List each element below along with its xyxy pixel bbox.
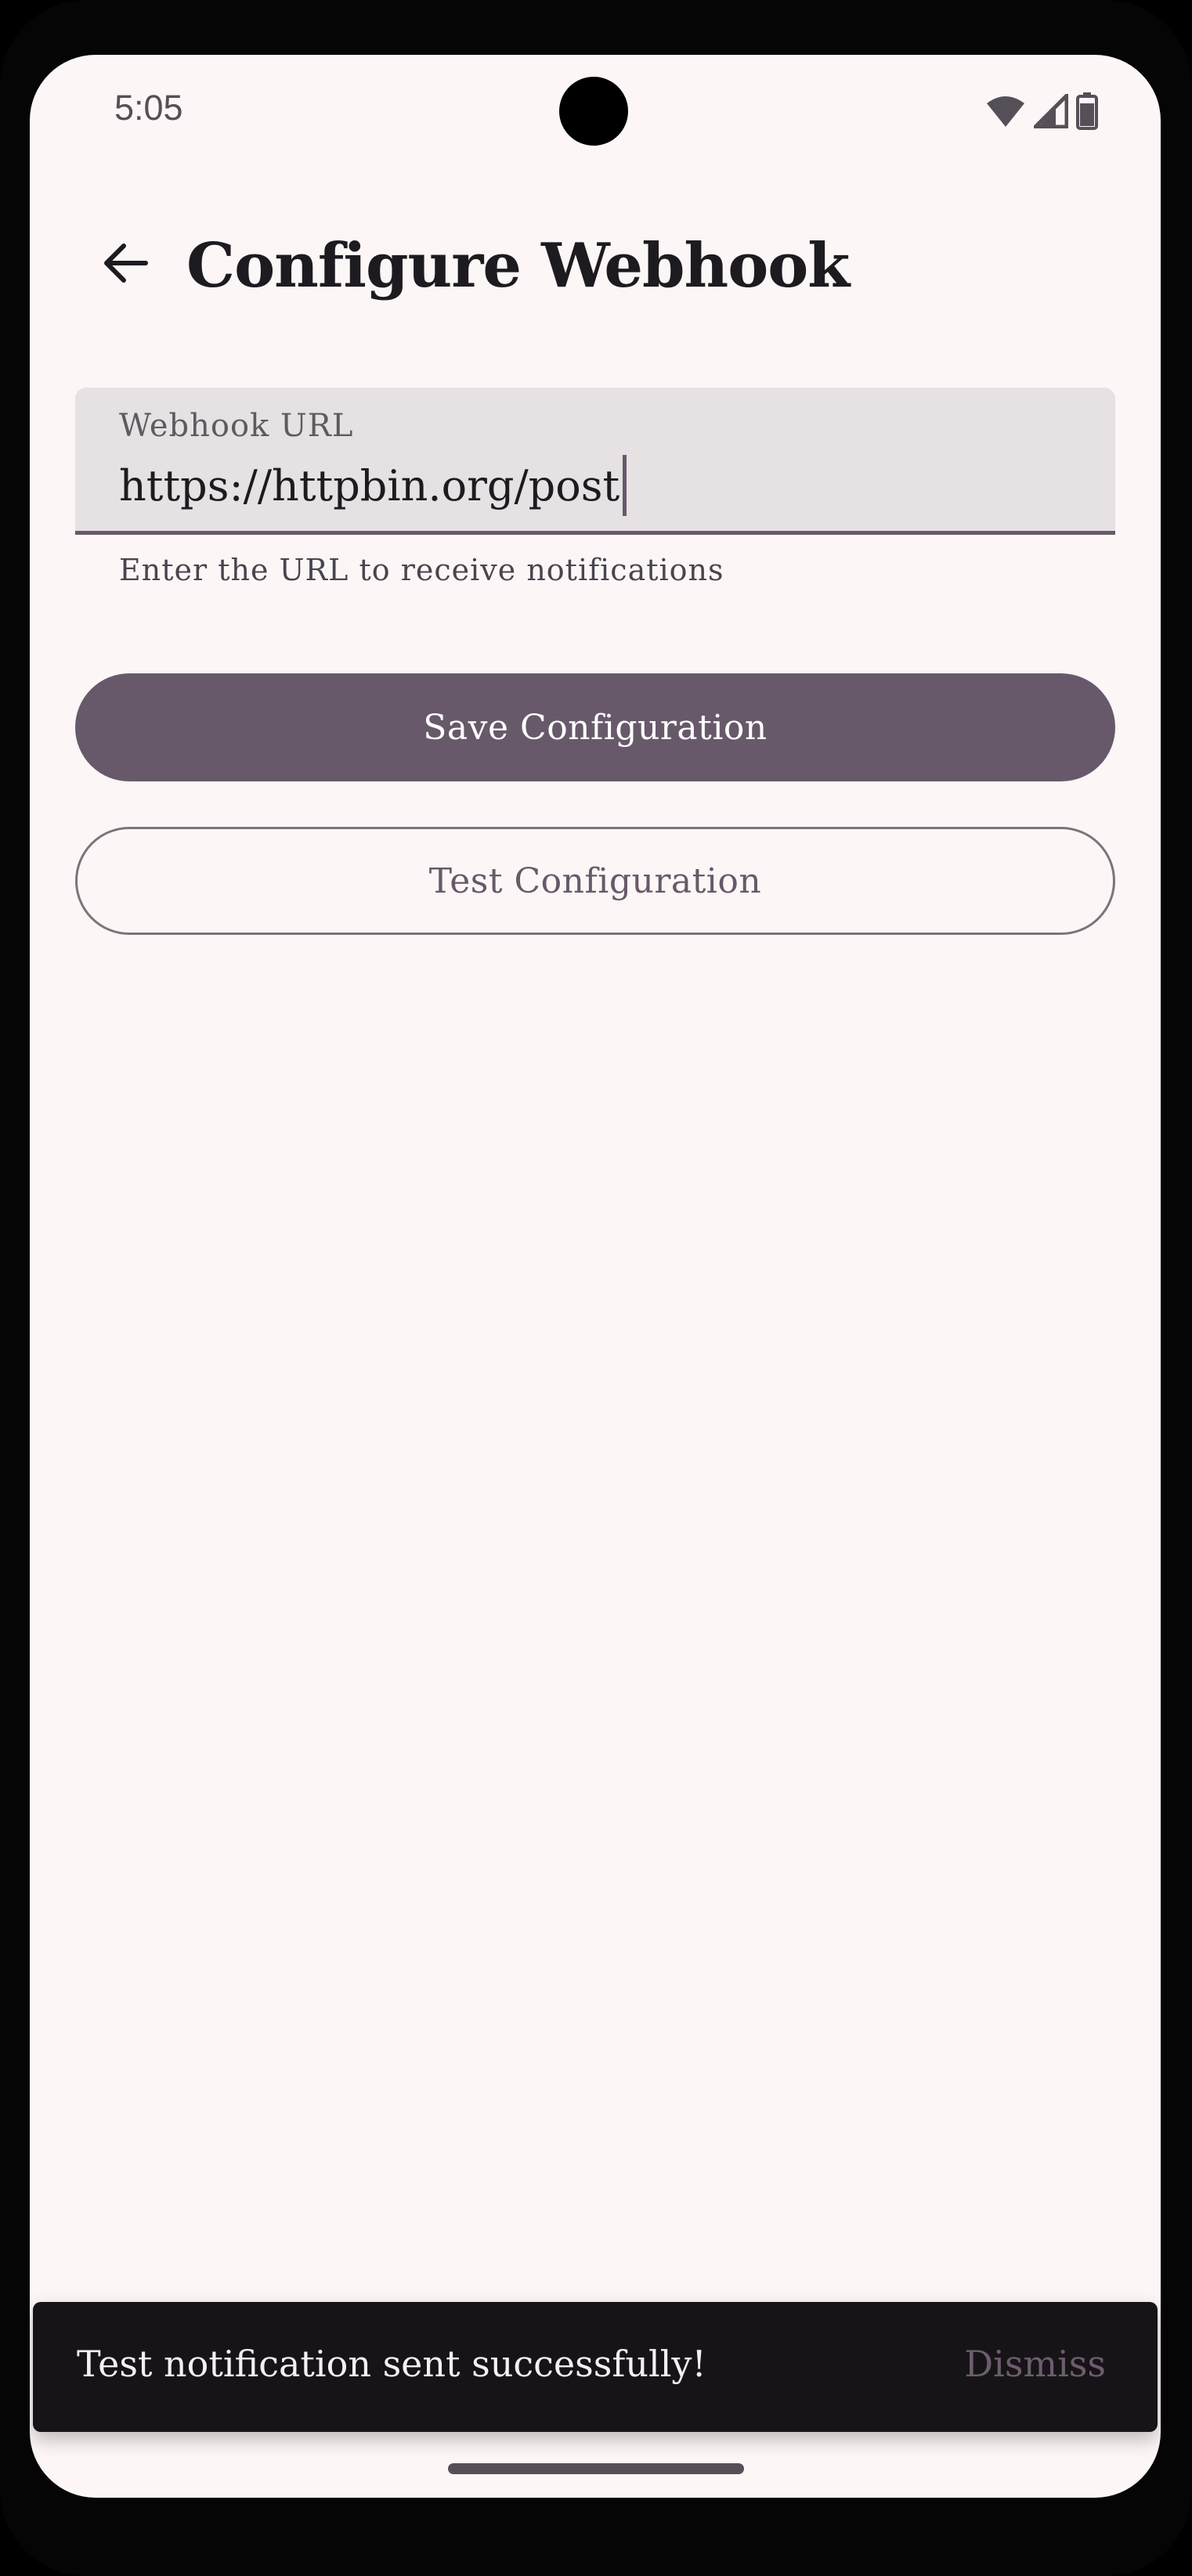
gesture-navigation-bar[interactable] [448,2463,744,2474]
webhook-url-helper: Enter the URL to receive notifications [119,553,724,587]
app-screen: 5:05 Configure Webhook Webhook URL https… [30,55,1161,2498]
battery-icon [1076,92,1098,133]
wifi-icon [985,94,1026,132]
webhook-url-input[interactable]: https://httpbin.org/post [119,455,627,516]
save-configuration-button[interactable]: Save Configuration [75,673,1115,781]
snackbar: Test notification sent successfully! Dis… [33,2302,1158,2432]
webhook-url-value: https://httpbin.org/post [119,460,620,511]
front-camera [559,77,628,146]
webhook-url-label: Webhook URL [119,408,354,444]
text-cursor [623,455,627,516]
test-configuration-button[interactable]: Test Configuration [75,827,1115,935]
snackbar-message: Test notification sent successfully! [77,2343,706,2385]
status-time: 5:05 [114,88,183,128]
webhook-url-field[interactable]: Webhook URL https://httpbin.org/post [75,388,1115,535]
dismiss-button[interactable]: Dismiss [964,2343,1106,2385]
signal-icon [1033,93,1069,132]
back-button[interactable] [78,218,172,312]
phone-frame: 5:05 Configure Webhook Webhook URL https… [0,0,1192,2576]
page-title: Configure Webhook [186,230,850,301]
status-icons [985,92,1098,133]
arrow-back-icon [100,238,150,291]
